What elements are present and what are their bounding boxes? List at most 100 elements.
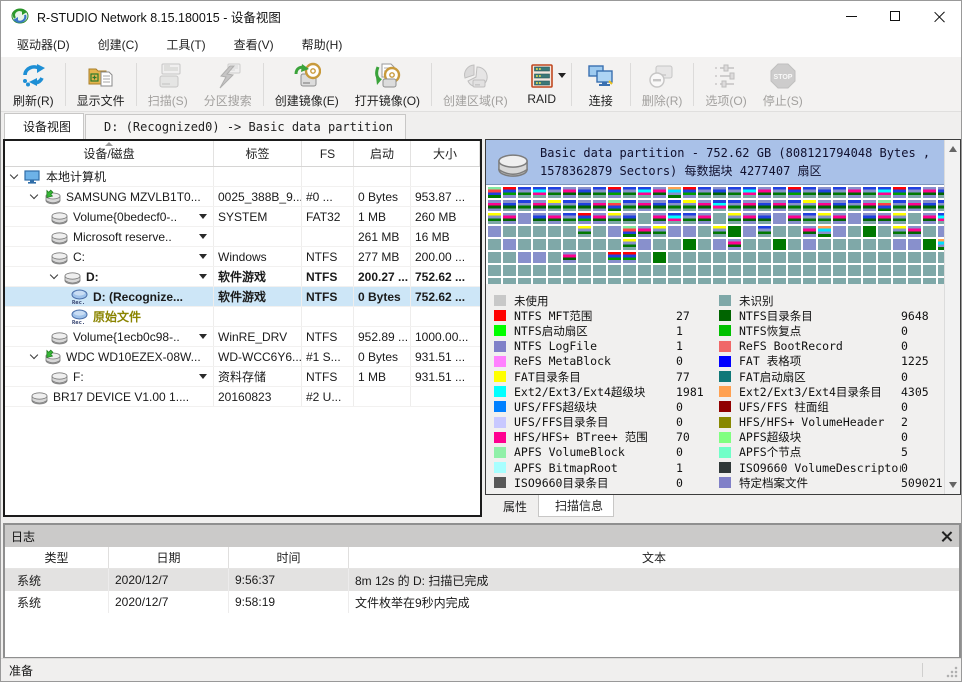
scan-block: [773, 187, 786, 198]
scan-block: [593, 265, 606, 276]
refresh-button[interactable]: 刷新(R): [5, 59, 62, 110]
device-name-label: F:: [73, 370, 84, 384]
create-image-button[interactable]: 创建镜像(E): [267, 59, 347, 110]
device-name-label: Volume{1ecb0c98-..: [73, 330, 180, 344]
menu-item[interactable]: 查看(V): [220, 32, 288, 57]
device-name-label: BR17 DEVICE V1.00 1....: [53, 390, 189, 404]
scan-block: [893, 265, 906, 276]
tab-device-view-label: 设备视图: [23, 118, 71, 135]
column-header-device[interactable]: 设备/磁盘: [5, 141, 214, 166]
scan-block: [638, 265, 651, 276]
device-row[interactable]: 本地计算机: [5, 167, 480, 187]
log-date-cell: 2020/12/7: [109, 591, 229, 613]
legend-label: ReFS BootRecord: [739, 339, 901, 353]
scan-button[interactable]: 扫描(S): [140, 59, 196, 110]
device-label-cell: [214, 167, 302, 186]
menu-item[interactable]: 工具(T): [152, 32, 219, 57]
expand-chevron-icon[interactable]: [50, 270, 58, 278]
scan-block: [788, 187, 801, 198]
show-files-button[interactable]: 显示文件: [69, 59, 133, 110]
scan-block: [848, 265, 861, 276]
scan-block: [773, 226, 786, 237]
row-dropdown-icon[interactable]: [199, 254, 207, 259]
scan-block: [773, 265, 786, 276]
maximize-button[interactable]: [873, 1, 917, 31]
log-column-date[interactable]: 日期: [109, 547, 229, 568]
device-row[interactable]: D:软件游戏NTFS200.27 ...752.62 ...: [5, 267, 480, 287]
device-row[interactable]: WDC WD10EZEX-08W...WD-WCC6Y6...#1 S...0 …: [5, 347, 480, 367]
column-header-label[interactable]: 标签: [214, 141, 302, 166]
device-size-cell: 953.87 ...: [411, 187, 480, 206]
log-column-time[interactable]: 时间: [229, 547, 349, 568]
device-row[interactable]: C:WindowsNTFS277 MB200.00 ...: [5, 247, 480, 267]
scan-block-map[interactable]: [486, 185, 944, 284]
column-header-size[interactable]: 大小: [411, 141, 480, 166]
partition-info-banner: Basic data partition - 752.62 GB (808121…: [486, 140, 944, 185]
expand-chevron-icon[interactable]: [10, 170, 18, 178]
device-row[interactable]: Volume{0bedecf0-..SYSTEMFAT321 MB260 MB: [5, 207, 480, 227]
log-text-cell: 8m 12s 的 D: 扫描已完成: [349, 569, 959, 591]
resize-grip[interactable]: [946, 666, 958, 678]
device-row[interactable]: Rec.D: (Recognize...软件游戏NTFS0 Bytes752.6…: [5, 287, 480, 307]
toolbar-button-label: 创建区域(R): [443, 92, 508, 109]
menu-item[interactable]: 驱动器(D): [3, 32, 84, 57]
stop-button[interactable]: STOP停止(S): [755, 59, 811, 110]
row-dropdown-icon[interactable]: [199, 214, 207, 219]
legend-label: 特定档案文件: [739, 475, 901, 491]
legend-label: NTFS LogFile: [514, 339, 676, 353]
connect-button[interactable]: 连接: [575, 59, 627, 110]
legend-count: 0: [901, 339, 908, 353]
scan-block: [593, 239, 606, 250]
expand-chevron-icon[interactable]: [30, 350, 38, 358]
row-dropdown-icon[interactable]: [199, 374, 207, 379]
menu-item[interactable]: 帮助(H): [288, 32, 357, 57]
sort-ascending-icon: [105, 142, 113, 146]
log-row[interactable]: 系统2020/12/79:58:19文件枚举在9秒内完成: [5, 591, 959, 613]
create-region-button[interactable]: 创建区域(R): [435, 59, 516, 110]
dropdown-arrow-icon[interactable]: [558, 73, 566, 78]
expand-chevron-icon[interactable]: [30, 190, 38, 198]
raid-button[interactable]: RAID: [516, 59, 568, 110]
column-header-fs[interactable]: FS: [302, 141, 354, 166]
open-image-button[interactable]: 打开镜像(O): [347, 59, 428, 110]
device-size-cell: 752.62 ...: [411, 267, 480, 286]
legend-item: Ext2/Ext3/Ext4目录条目4305: [719, 384, 944, 399]
device-name-label: 原始文件: [93, 308, 141, 325]
log-panel: 日志 类型 日期 时间 文本 系统2020/12/79:56:378m 12s …: [3, 523, 961, 659]
minimize-button[interactable]: [829, 1, 873, 31]
row-dropdown-icon[interactable]: [199, 334, 207, 339]
scan-block: [923, 239, 936, 250]
device-row[interactable]: F:资料存储NTFS1 MB931.51 ...: [5, 367, 480, 387]
log-column-type[interactable]: 类型: [5, 547, 109, 568]
row-dropdown-icon[interactable]: [199, 234, 207, 239]
scan-block: [713, 239, 726, 250]
options-button[interactable]: 选项(O): [697, 59, 754, 110]
legend-count: 2: [901, 415, 908, 429]
legend-count: 1: [676, 339, 683, 353]
scan-block: [698, 252, 711, 263]
scan-block: [638, 252, 651, 263]
device-row[interactable]: SAMSUNG MZVLB1T0...0025_388B_9...#0 ...0…: [5, 187, 480, 207]
device-row[interactable]: Volume{1ecb0c98-..WinRE_DRVNTFS952.89 ..…: [5, 327, 480, 347]
delete-button[interactable]: 删除(R): [634, 59, 691, 110]
scan-panel-scrollbar[interactable]: [944, 140, 960, 494]
menu-item[interactable]: 创建(C): [84, 32, 153, 57]
device-row[interactable]: Microsoft reserve..261 MB16 MB: [5, 227, 480, 247]
tab-partition[interactable]: Rec. D: (Recognized0) -> Basic data part…: [85, 114, 406, 139]
tab-scan-info[interactable]: 扫描信息: [538, 495, 614, 517]
column-header-boot[interactable]: 启动: [354, 141, 411, 166]
partition-search-button[interactable]: 分区搜索: [196, 59, 260, 110]
log-column-text[interactable]: 文本: [349, 547, 959, 568]
device-row[interactable]: Rec.原始文件: [5, 307, 480, 327]
scan-block: [878, 252, 891, 263]
legend-swatch: [494, 295, 506, 306]
scan-block: [923, 252, 936, 263]
legend-item: 特定档案文件509021: [719, 475, 944, 490]
log-close-button[interactable]: [941, 530, 953, 542]
close-button[interactable]: [917, 1, 961, 31]
row-dropdown-icon[interactable]: [199, 274, 207, 279]
log-row[interactable]: 系统2020/12/79:56:378m 12s 的 D: 扫描已完成: [5, 569, 959, 591]
device-row[interactable]: BR17 DEVICE V1.00 1....20160823#2 U...: [5, 387, 480, 407]
tab-properties[interactable]: 属性: [487, 495, 537, 517]
tab-device-view[interactable]: 设备视图: [4, 113, 84, 139]
